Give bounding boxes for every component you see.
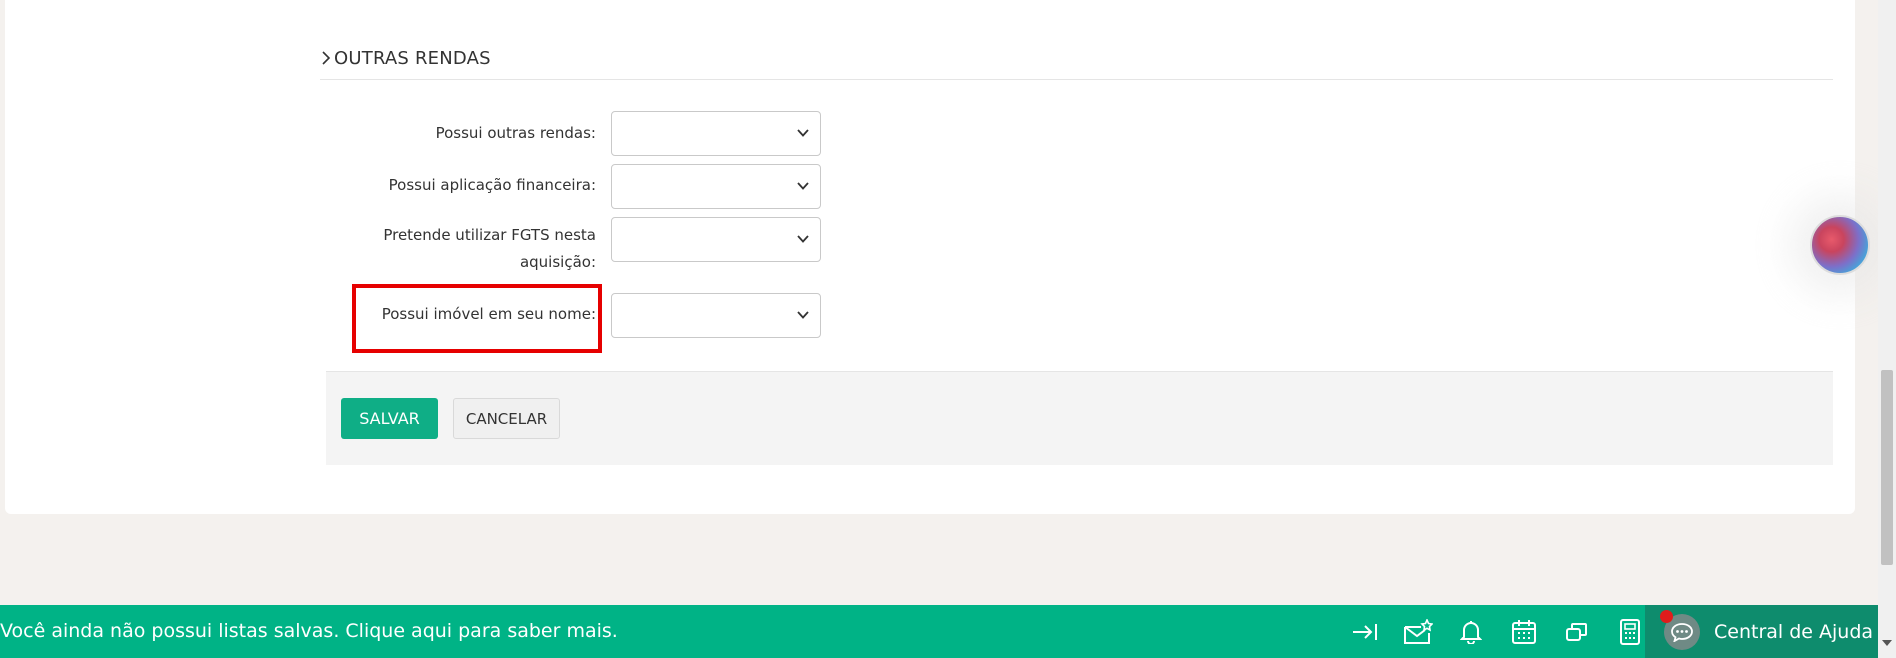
chat-icon — [1660, 609, 1700, 650]
chevron-down-icon — [797, 129, 809, 137]
chevron-down-icon — [797, 311, 809, 319]
field-label: Possui outras rendas: — [435, 124, 596, 142]
help-center-label: Central de Ajuda — [1714, 620, 1874, 643]
section-header-outras-rendas[interactable]: OUTRAS RENDAS — [320, 48, 1833, 80]
help-center-button[interactable]: Central de Ajuda — [1645, 605, 1878, 658]
calendar-icon[interactable] — [1497, 615, 1550, 648]
assistant-avatar-bubble[interactable] — [1810, 215, 1870, 275]
chevron-down-icon — [797, 182, 809, 190]
select-outras-rendas[interactable] — [611, 111, 821, 156]
section-title: OUTRAS RENDAS — [334, 48, 491, 69]
select-imovel[interactable] — [611, 293, 821, 338]
scrollbar[interactable] — [1878, 0, 1896, 658]
chevron-right-icon — [320, 48, 332, 74]
save-button[interactable]: SALVAR — [341, 398, 438, 439]
field-row-aplicacao-financeira: Possui aplicação financeira: — [330, 164, 822, 209]
notification-dot — [1660, 609, 1673, 623]
scrollbar-thumb[interactable] — [1881, 370, 1893, 565]
cancel-button[interactable]: CANCELAR — [453, 398, 560, 439]
field-row-outras-rendas: Possui outras rendas: — [330, 111, 822, 156]
saved-lists-message[interactable]: Você ainda não possui listas salvas. Cli… — [0, 620, 618, 642]
saved-lists-bar: Você ainda não possui listas salvas. Cli… — [0, 605, 1878, 658]
field-label-line2: aquisição: — [519, 253, 596, 271]
bell-icon[interactable] — [1444, 615, 1497, 648]
select-aplicacao-financeira[interactable] — [611, 164, 821, 209]
toolbar-icons — [1338, 615, 1656, 648]
windows-icon[interactable] — [1550, 615, 1603, 648]
field-label: Possui aplicação financeira: — [388, 176, 596, 194]
field-row-fgts: Pretende utilizar FGTS nesta aquisição: — [330, 217, 822, 276]
scroll-down-icon[interactable] — [1882, 640, 1892, 646]
highlight-box — [352, 284, 602, 353]
field-label-line1: Pretende utilizar FGTS nesta — [383, 226, 596, 244]
field-label: Pretende utilizar FGTS nesta aquisição: — [330, 222, 596, 276]
mail-star-icon[interactable] — [1391, 615, 1444, 648]
chevron-down-icon — [797, 235, 809, 243]
select-fgts[interactable] — [611, 217, 821, 262]
collapse-right-icon[interactable] — [1338, 615, 1391, 648]
